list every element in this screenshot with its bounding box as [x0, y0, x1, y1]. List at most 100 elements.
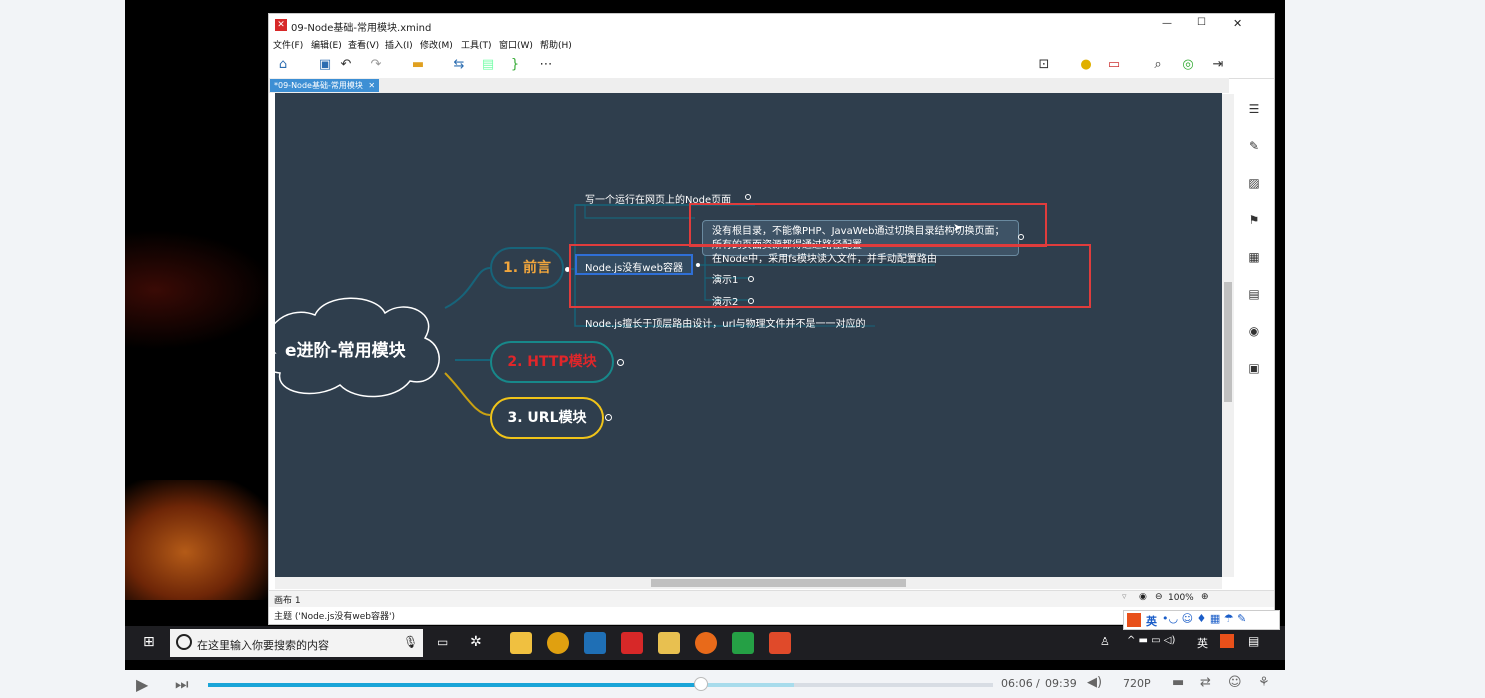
format-brush-icon[interactable]: ✎	[1245, 139, 1263, 157]
eye-icon[interactable]: ◉	[1139, 592, 1147, 602]
fullscreen-icon[interactable]: ⚘	[1258, 675, 1270, 690]
loop-icon[interactable]: ⇄	[1200, 675, 1211, 690]
task-icon[interactable]: ▣	[1245, 361, 1263, 379]
window-title: 09-Node基础-常用模块.xmind	[291, 23, 432, 34]
mouse-cursor-icon: ➤	[953, 221, 963, 234]
image-icon[interactable]: ▤	[479, 56, 497, 74]
relationship-icon[interactable]: ⇆	[450, 56, 468, 74]
firefox-icon[interactable]	[695, 632, 717, 654]
danmaku-icon[interactable]: ▬	[1172, 675, 1184, 690]
sogou-icon[interactable]	[1220, 634, 1234, 648]
notes-icon[interactable]: ▤	[1245, 287, 1263, 305]
branch-2-topic[interactable]: 2. HTTP模块	[490, 341, 614, 383]
redo-icon[interactable]: ↷	[367, 56, 385, 74]
ime-tool-icons[interactable]: •◡ ☺ ♦ ▦ ☂ ✎	[1162, 612, 1246, 625]
zoom-level: 100%	[1168, 593, 1194, 603]
share-icon[interactable]: ◎	[1179, 56, 1197, 74]
menu-window[interactable]: 窗口(W)	[499, 38, 533, 51]
scroll-thumb[interactable]	[1224, 282, 1232, 402]
microphone-icon[interactable]: 🎙	[403, 635, 418, 649]
branch-2-label: 2. HTTP模块	[507, 354, 597, 370]
app-icon-notes[interactable]	[510, 632, 532, 654]
progress-knob[interactable]	[693, 677, 708, 691]
horizontal-scrollbar[interactable]	[275, 577, 1222, 589]
vertical-scrollbar[interactable]	[1222, 94, 1234, 577]
taskbar-search[interactable]: 在这里输入你要搜索的内容 🎙	[170, 629, 423, 657]
task-view-icon[interactable]: ▭	[437, 635, 448, 649]
file-explorer-icon[interactable]	[658, 632, 680, 654]
boundary-icon[interactable]: }	[506, 56, 524, 74]
right-sidebar: ☰ ✎ ▨ ⚑ ▦ ▤ ◉ ▣	[1235, 94, 1274, 394]
topic-icon[interactable]: ▬	[409, 56, 427, 74]
menu-help[interactable]: 帮助(H)	[540, 38, 572, 51]
annotation-box-note	[689, 203, 1047, 247]
background-game-logo	[125, 480, 275, 600]
central-topic[interactable]: e进阶-常用模块	[275, 293, 455, 403]
maximize-button[interactable]: ☐	[1197, 17, 1206, 28]
sogou-ime-bar: 英 •◡ ☺ ♦ ▦ ☂ ✎	[1123, 610, 1280, 630]
outline-panel-icon[interactable]: ☰	[1245, 102, 1263, 120]
play-icon[interactable]: ▶	[136, 675, 148, 694]
branch-1-topic[interactable]: 1. 前言	[490, 247, 564, 289]
presentation-icon[interactable]: ⊡	[1035, 56, 1053, 74]
marker-flag-icon[interactable]: ⚑	[1245, 213, 1263, 231]
chrome-icon[interactable]	[547, 632, 569, 654]
menu-edit[interactable]: 编辑(E)	[311, 38, 342, 51]
filter-icon[interactable]: ▿	[1122, 592, 1127, 602]
expand-dot-icon[interactable]	[745, 194, 751, 200]
outline-icon[interactable]: ▭	[1105, 56, 1123, 74]
save-icon[interactable]: ▣	[316, 56, 334, 74]
progress-track[interactable]	[208, 677, 993, 691]
subtopic-top-routing[interactable]: Node.js擅长于顶层路由设计，url与物理文件并不是一一对应的	[585, 315, 866, 330]
tab-bar: *09-Node基础-常用模块 ✕	[269, 78, 1229, 93]
notification-icon[interactable]: ▤	[1248, 634, 1259, 648]
menu-modify[interactable]: 修改(M)	[420, 38, 453, 51]
progress-bar	[208, 683, 701, 687]
scroll-thumb[interactable]	[651, 579, 906, 587]
tray-icons[interactable]: ^ ▬ ▭ ◁)	[1127, 635, 1175, 646]
app-icon-pinwheel[interactable]: ✲	[470, 634, 482, 650]
lightbulb-icon[interactable]: ●	[1077, 56, 1095, 74]
toolbar: ⌂ ▣ ↶ ↷ ▬ ⇆ ▤ } ⋯ ⊡ ● ▭ ⌕ ◎ ⇥	[269, 52, 1274, 79]
mascot-icon[interactable]: ☺	[1228, 675, 1242, 690]
export-icon[interactable]: ⇥	[1209, 56, 1227, 74]
people-icon[interactable]: ♙	[1100, 635, 1110, 648]
camtasia-red-icon[interactable]	[769, 632, 791, 654]
current-time: 06:06	[1001, 677, 1033, 690]
menu-tools[interactable]: 工具(T)	[461, 38, 492, 51]
camtasia-green-icon[interactable]	[732, 632, 754, 654]
tab-close-icon[interactable]: ✕	[368, 81, 375, 90]
sogou-logo-icon[interactable]	[1127, 613, 1141, 627]
zoom-out-icon[interactable]: ⊖	[1155, 592, 1163, 602]
label-icon[interactable]: ▦	[1245, 250, 1263, 268]
menu-view[interactable]: 查看(V)	[348, 38, 379, 51]
menu-insert[interactable]: 插入(I)	[385, 38, 413, 51]
windows-taskbar: ⊞ 在这里输入你要搜索的内容 🎙 ▭ ✲ ♙ ^ ▬ ▭ ◁) 英 ▤	[125, 626, 1285, 660]
next-icon[interactable]: ⏭	[175, 675, 189, 693]
zoom-in-icon[interactable]: ⊕	[1201, 592, 1209, 602]
minimize-button[interactable]: —	[1162, 18, 1172, 29]
volume-icon[interactable]: ◀)	[1087, 675, 1102, 690]
xmind-logo-icon: ✕	[275, 19, 287, 31]
expand-dot-icon[interactable]	[617, 359, 624, 366]
close-button[interactable]: ✕	[1233, 17, 1242, 30]
quality-button[interactable]: 720P	[1123, 677, 1151, 690]
expand-dot-icon[interactable]	[605, 414, 612, 421]
tab-document[interactable]: *09-Node基础-常用模块 ✕	[270, 79, 380, 92]
comment-icon[interactable]: ◉	[1245, 324, 1263, 342]
ime-mode[interactable]: 英	[1146, 613, 1157, 629]
home-icon[interactable]: ⌂	[274, 56, 292, 74]
image-panel-icon[interactable]: ▨	[1245, 176, 1263, 194]
more-icon[interactable]: ⋯	[537, 56, 555, 74]
ime-indicator[interactable]: 英	[1197, 635, 1208, 651]
search-icon[interactable]: ⌕	[1149, 56, 1167, 74]
mindmap-canvas[interactable]: e进阶-常用模块 1. 前言 2. HTTP模块 3. URL模块 写一个运行在…	[275, 93, 1222, 577]
branch-3-topic[interactable]: 3. URL模块	[490, 397, 604, 439]
branch-3-label: 3. URL模块	[507, 410, 587, 426]
undo-icon[interactable]: ↶	[337, 56, 355, 74]
xmind-icon[interactable]	[621, 632, 643, 654]
sheet-tab[interactable]: 画布 1	[274, 593, 301, 606]
windows-start-icon[interactable]: ⊞	[143, 634, 155, 650]
webstorm-icon[interactable]	[584, 632, 606, 654]
menu-file[interactable]: 文件(F)	[273, 38, 303, 51]
